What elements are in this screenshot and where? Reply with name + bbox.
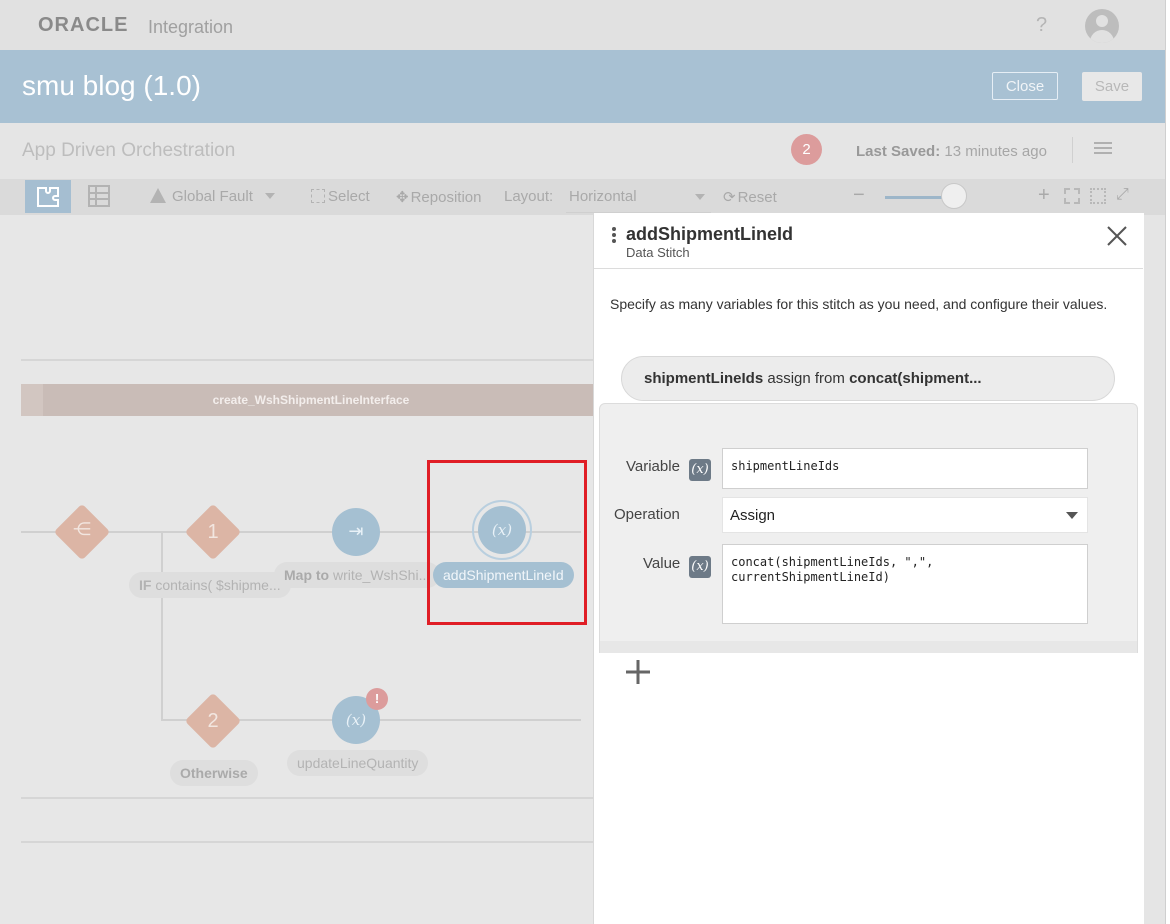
data-stitch-icon: (x): [345, 711, 367, 729]
error-count-badge[interactable]: 2: [791, 134, 822, 165]
layout-select[interactable]: Horizontal: [569, 188, 637, 205]
orchestration-canvas[interactable]: create_WshShipmentLineInterface ⋲ 1 IF c…: [0, 215, 600, 924]
panel-divider: [594, 268, 1143, 269]
panel-subtitle: Data Stitch: [626, 245, 690, 260]
pattern-label: App Driven Orchestration: [22, 140, 236, 161]
warning-icon: [150, 188, 166, 203]
panel-menu-icon[interactable]: [612, 227, 616, 245]
stitch-label-updatelinequantity[interactable]: updateLineQuantity: [287, 750, 429, 776]
help-icon[interactable]: ?: [1036, 14, 1047, 37]
integration-title: smu blog (1.0): [22, 70, 201, 101]
variable-label: Variable: [626, 458, 680, 475]
operation-select[interactable]: Assign: [722, 497, 1088, 533]
value-label: Value: [643, 555, 681, 572]
scope-header[interactable]: create_WshShipmentLineInterface: [21, 384, 600, 416]
fit-to-screen-icon[interactable]: [1064, 188, 1080, 204]
refresh-icon: ⟳: [723, 189, 736, 206]
variable-input[interactable]: shipmentLineIds: [722, 448, 1088, 489]
close-icon[interactable]: [1106, 225, 1128, 247]
stitch-statement-summary: shipmentLineIds assign from concat(shipm…: [644, 370, 982, 387]
zoom-out-icon[interactable]: −: [853, 184, 865, 207]
reset-button[interactable]: ⟳ Reset: [723, 188, 777, 206]
list-view-icon[interactable]: [88, 185, 110, 207]
map-label[interactable]: Map to write_WshShi...: [274, 562, 441, 588]
oracle-logo: ORACLE: [38, 14, 129, 36]
product-name: Integration: [148, 17, 234, 37]
router-icon: ⋲: [73, 519, 91, 539]
panel-description: Specify as many variables for this stitc…: [610, 296, 1108, 312]
flow-connector: [161, 531, 163, 721]
chevron-down-icon: [265, 193, 276, 199]
warning-badge-icon[interactable]: !: [366, 688, 388, 710]
caret-down-icon: [1066, 512, 1078, 519]
stitch-statement-row[interactable]: shipmentLineIds assign from concat(shipm…: [621, 356, 1115, 401]
window-edge: [1165, 0, 1170, 924]
variable-expression-icon[interactable]: (x): [689, 459, 711, 481]
canvas-lane-line: [21, 841, 600, 843]
operation-label: Operation: [614, 506, 680, 523]
select-icon: [311, 189, 325, 203]
value-input[interactable]: concat(shipmentLineIds, ",", currentShip…: [722, 544, 1088, 624]
highlight-box: [427, 460, 587, 625]
user-avatar-icon[interactable]: [1085, 9, 1119, 43]
divider: [1072, 137, 1073, 163]
canvas-view-icon[interactable]: [25, 180, 71, 213]
zoom-selection-icon[interactable]: [1090, 188, 1106, 204]
if-condition-label[interactable]: IF contains( $shipme...: [129, 572, 291, 598]
chevron-down-icon[interactable]: [695, 194, 705, 200]
otherwise-label[interactable]: Otherwise: [170, 760, 258, 786]
panel-title: addShipmentLineId: [626, 224, 794, 244]
hamburger-menu-icon[interactable]: [1094, 142, 1112, 156]
close-button[interactable]: Close: [992, 72, 1058, 100]
branch-2-number: 2: [207, 710, 219, 732]
move-icon: ✥: [396, 189, 409, 206]
canvas-lane-line: [21, 797, 600, 799]
add-statement-icon[interactable]: [625, 659, 651, 685]
reposition-tool[interactable]: ✥ Reposition: [396, 188, 481, 206]
layout-label: Layout:: [504, 188, 554, 205]
canvas-lane-line: [21, 359, 600, 361]
zoom-slider-handle[interactable]: [941, 183, 967, 209]
zoom-in-icon[interactable]: +: [1038, 184, 1050, 207]
map-node[interactable]: ⇥: [332, 508, 380, 556]
branch-1-number: 1: [207, 521, 219, 543]
expand-icon[interactable]: ⤢: [1116, 186, 1129, 204]
select-tool[interactable]: Select: [311, 188, 370, 205]
global-fault-menu[interactable]: Global Fault: [150, 188, 276, 205]
value-expression-icon[interactable]: (x): [689, 556, 711, 578]
save-button[interactable]: Save: [1082, 72, 1142, 101]
editor-footer: [600, 641, 1137, 653]
map-icon: ⇥: [348, 521, 364, 542]
last-saved-status: Last Saved: 13 minutes ago: [856, 143, 1047, 160]
